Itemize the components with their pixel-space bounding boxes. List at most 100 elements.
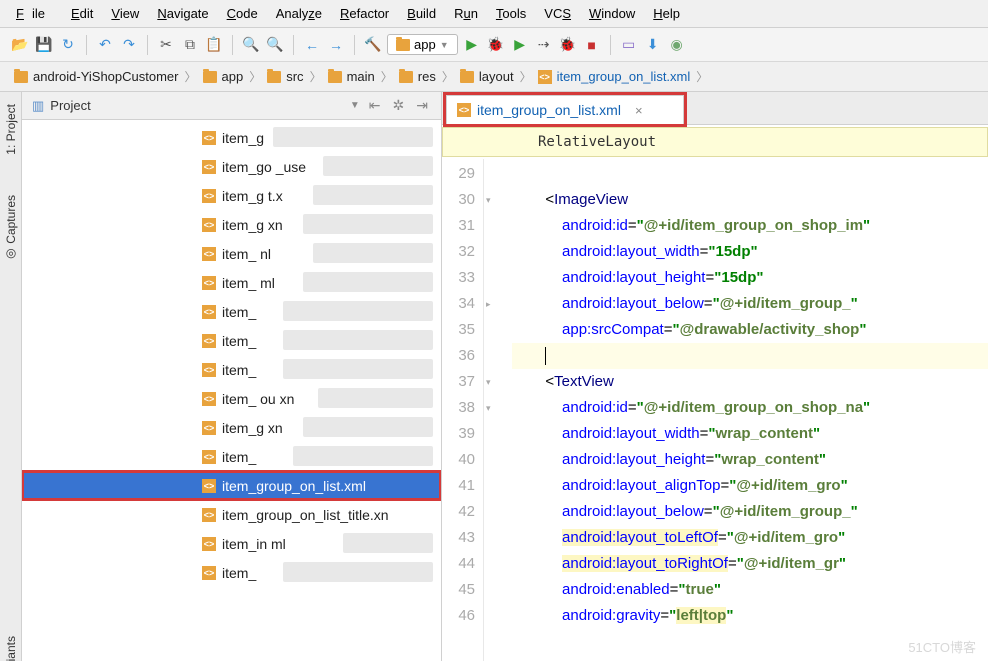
tree-file-item[interactable]: <>item_ nl	[22, 239, 441, 268]
save-icon[interactable]: 💾	[34, 35, 54, 55]
run-config-selector[interactable]: app ▼	[387, 34, 458, 55]
paste-icon[interactable]: 📋	[204, 35, 224, 55]
folder-icon	[267, 71, 281, 83]
menu-code[interactable]: Code	[219, 3, 266, 24]
rail-variants[interactable]: iants	[4, 636, 18, 661]
breadcrumb-file[interactable]: <>item_group_on_list.xml	[530, 66, 699, 87]
menu-help[interactable]: Help	[645, 3, 688, 24]
breadcrumb-app[interactable]: app	[195, 66, 252, 87]
editor-tabs: <> item_group_on_list.xml ×	[442, 92, 988, 125]
breadcrumb-main[interactable]: main	[320, 66, 383, 87]
open-icon[interactable]: 📂	[10, 35, 30, 55]
folder-icon	[14, 71, 28, 83]
xml-file-icon: <>	[202, 479, 216, 493]
xml-file-icon: <>	[202, 160, 216, 174]
xml-file-icon: <>	[202, 392, 216, 406]
tree-file-item[interactable]: <>item_ ml	[22, 268, 441, 297]
editor-tab-active[interactable]: <> item_group_on_list.xml ×	[446, 95, 684, 124]
tree-file-item[interactable]: <>item_group_on_list_title.xn	[22, 500, 441, 529]
folder-icon	[203, 71, 217, 83]
tool-window-rail: 1: Project ◎ Captures iants	[0, 92, 22, 661]
project-tree[interactable]: <>item_g<>item_go _use<>item_g t.x<>item…	[22, 120, 441, 661]
build-icon[interactable]: 🔨	[363, 35, 383, 55]
redo-icon[interactable]: ↷	[119, 35, 139, 55]
tree-file-item[interactable]: <>item_g t.x	[22, 181, 441, 210]
debug-icon[interactable]: 🐞	[486, 35, 506, 55]
breadcrumb-layout[interactable]: layout	[452, 66, 522, 87]
menu-edit[interactable]: Edit	[63, 3, 101, 24]
sdk-icon[interactable]: ⬇	[643, 35, 663, 55]
xml-file-icon: <>	[202, 276, 216, 290]
menu-tools[interactable]: Tools	[488, 3, 534, 24]
project-tool-window: ▥ Project ▼ ⇤ ✲ ⇥ <>item_g<>item_go _use…	[22, 92, 442, 661]
sync-icon[interactable]: ↻	[58, 35, 78, 55]
tree-file-item[interactable]: <>item_	[22, 326, 441, 355]
breadcrumb-src[interactable]: src	[259, 66, 311, 87]
attach-icon[interactable]: ⇢	[534, 35, 554, 55]
xml-file-icon: <>	[538, 70, 552, 84]
menu-run[interactable]: Run	[446, 3, 486, 24]
stop-icon[interactable]: ■	[582, 35, 602, 55]
xml-file-icon: <>	[202, 421, 216, 435]
settings-icon[interactable]: ✲	[390, 97, 408, 114]
find-icon[interactable]: 🔍	[241, 35, 261, 55]
collapse-icon[interactable]: ⇤	[366, 97, 384, 114]
fold-column[interactable]: ▾ ▸ ▾ ▾	[484, 159, 504, 661]
breadcrumb-root[interactable]: android-YiShopCustomer	[6, 66, 186, 87]
tree-file-item[interactable]: <>item_g xn	[22, 413, 441, 442]
tree-file-item[interactable]: <>item_g xn	[22, 210, 441, 239]
folder-icon	[328, 71, 342, 83]
editor-breadcrumb[interactable]: RelativeLayout	[442, 127, 988, 157]
menu-navigate[interactable]: Navigate	[149, 3, 216, 24]
folder-icon	[460, 71, 474, 83]
cut-icon[interactable]: ✂	[156, 35, 176, 55]
debug2-icon[interactable]: 🐞	[558, 35, 578, 55]
copy-icon[interactable]: ⧉	[180, 35, 200, 55]
breadcrumb-res[interactable]: res	[391, 66, 444, 87]
tree-file-item[interactable]: <>item_	[22, 355, 441, 384]
code-editor[interactable]: 293031323334353637383940414243444546 ▾ ▸…	[442, 159, 988, 661]
xml-file-icon: <>	[202, 131, 216, 145]
replace-icon[interactable]: 🔍	[265, 35, 285, 55]
tree-file-item[interactable]: <>item_	[22, 297, 441, 326]
menu-build[interactable]: Build	[399, 3, 444, 24]
hide-icon[interactable]: ⇥	[413, 97, 431, 114]
xml-file-icon: <>	[202, 334, 216, 348]
rail-captures[interactable]: ◎ Captures	[4, 195, 18, 262]
project-panel-header: ▥ Project ▼ ⇤ ✲ ⇥	[22, 92, 441, 120]
tree-file-item[interactable]: <>item_	[22, 442, 441, 471]
tree-file-item[interactable]: <>item_go _use	[22, 152, 441, 181]
tree-file-item[interactable]: <>item_group_on_list.xml	[22, 471, 441, 500]
avd-icon[interactable]: ▭	[619, 35, 639, 55]
sync2-icon[interactable]: ◉	[667, 35, 687, 55]
tree-file-item[interactable]: <>item_	[22, 558, 441, 587]
xml-file-icon: <>	[202, 247, 216, 261]
code-content[interactable]: <ImageView android:id="@+id/item_group_o…	[504, 159, 988, 661]
tree-file-item[interactable]: <>item_in ml	[22, 529, 441, 558]
tree-file-item[interactable]: <>item_g	[22, 123, 441, 152]
view-mode-dropdown[interactable]: ▼	[350, 100, 360, 111]
xml-file-icon: <>	[202, 189, 216, 203]
menu-analyze[interactable]: Analyze	[268, 3, 330, 24]
run-config-label: app	[414, 37, 436, 52]
back-icon[interactable]: ←	[302, 35, 322, 55]
project-panel-title: Project	[50, 98, 344, 113]
xml-file-icon: <>	[202, 218, 216, 232]
profile-icon[interactable]: ▶	[510, 35, 530, 55]
undo-icon[interactable]: ↶	[95, 35, 115, 55]
navigation-breadcrumb: android-YiShopCustomer〉 app〉 src〉 main〉 …	[0, 62, 988, 92]
editor-area: <> item_group_on_list.xml × RelativeLayo…	[442, 92, 988, 661]
module-icon	[396, 39, 410, 51]
run-icon[interactable]: ▶	[462, 35, 482, 55]
menu-refactor[interactable]: Refactor	[332, 3, 397, 24]
folder-icon	[399, 71, 413, 83]
menu-vcs[interactable]: VCS	[536, 3, 579, 24]
menu-window[interactable]: Window	[581, 3, 643, 24]
menu-file[interactable]: File	[8, 3, 61, 24]
close-tab-icon[interactable]: ×	[635, 103, 643, 118]
xml-file-icon: <>	[202, 508, 216, 522]
forward-icon[interactable]: →	[326, 35, 346, 55]
menu-view[interactable]: View	[103, 3, 147, 24]
tree-file-item[interactable]: <>item_ ou xn	[22, 384, 441, 413]
rail-project[interactable]: 1: Project	[4, 104, 18, 155]
